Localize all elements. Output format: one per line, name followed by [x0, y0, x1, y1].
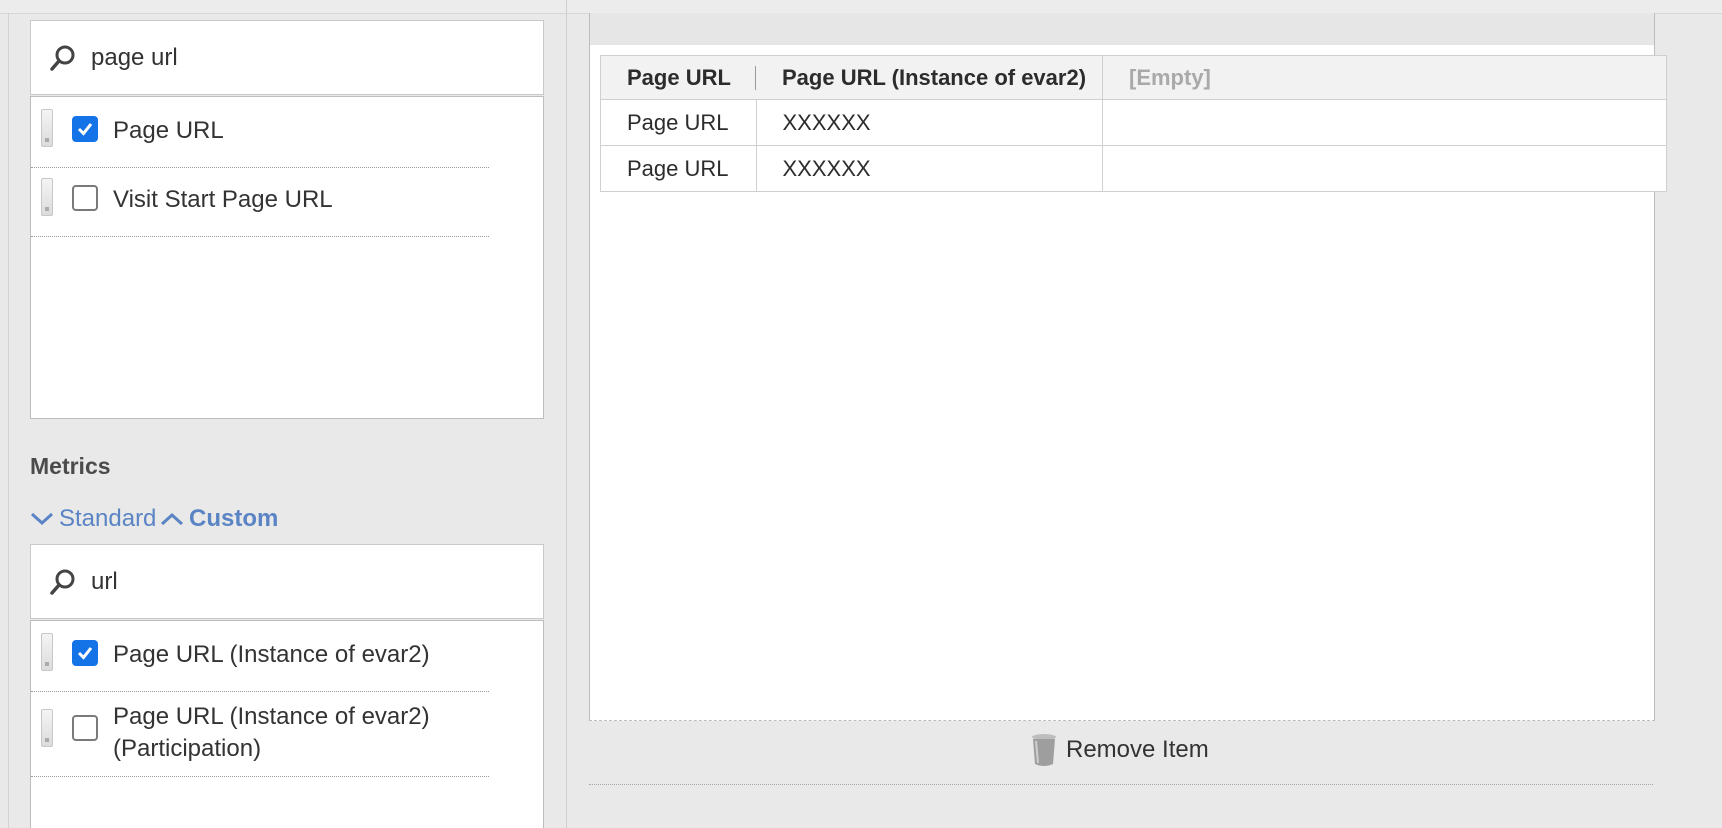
list-item[interactable]: Page URL (Instance of evar2) (Participat… — [31, 691, 489, 777]
table-row: Page URL XXXXXX — [600, 99, 1667, 146]
list-item[interactable]: Page URL (Instance of evar2) — [31, 621, 489, 692]
chevron-down-icon — [30, 512, 54, 526]
table-row: Page URL XXXXXX — [600, 145, 1667, 192]
checkbox-page-url-participation[interactable] — [72, 715, 98, 741]
chevron-up-icon — [160, 512, 184, 526]
search-icon — [49, 568, 77, 596]
checkbox-visit-start-page-url[interactable] — [72, 185, 98, 211]
drag-handle-icon[interactable] — [41, 109, 53, 147]
panel-bottom-border — [589, 720, 1655, 721]
remove-item-label: Remove Item — [1066, 736, 1209, 763]
metrics-list: Page URL (Instance of evar2) Page URL (I… — [30, 620, 544, 828]
list-item-label: Page URL (Instance of evar2) — [113, 641, 430, 668]
table-cell — [1102, 99, 1667, 146]
trash-icon — [1032, 734, 1056, 766]
top-bar — [0, 0, 1722, 14]
checkbox-page-url-instance[interactable] — [72, 640, 98, 666]
custom-label: Custom — [189, 505, 279, 532]
empty-column-header[interactable]: [Empty] — [1102, 55, 1667, 100]
table-cell: Page URL — [600, 145, 757, 192]
divider — [589, 784, 1653, 785]
drag-handle-icon[interactable] — [41, 633, 53, 671]
list-item-label: Visit Start Page URL — [113, 186, 333, 213]
panel-divider[interactable] — [566, 0, 567, 828]
custom-toggle[interactable]: Custom — [160, 505, 278, 533]
dimensions-search-box[interactable]: page url — [30, 20, 544, 95]
list-item-label-line1: Page URL (Instance of evar2) — [113, 703, 430, 730]
list-item-label: Page URL — [113, 117, 224, 144]
dimensions-list: Page URL Visit Start Page URL — [30, 96, 544, 419]
report-table: Page URL Page URL (Instance of evar2) [E… — [600, 55, 1667, 192]
list-item-label-line2: (Participation) — [113, 735, 262, 762]
column-header[interactable]: Page URL (Instance of evar2) — [756, 55, 1103, 100]
panel-header — [590, 13, 1654, 45]
table-cell — [1102, 145, 1667, 192]
list-item[interactable]: Visit Start Page URL — [31, 167, 489, 237]
list-item[interactable]: Page URL — [31, 97, 489, 168]
metrics-search-box[interactable]: url — [30, 544, 544, 619]
list-item-label: Page URL (Instance of evar2) (Participat… — [113, 701, 430, 765]
drag-handle-icon[interactable] — [41, 178, 53, 216]
standard-label: Standard — [59, 505, 157, 532]
dimensions-search-input[interactable]: page url — [91, 44, 178, 72]
metrics-search-input[interactable]: url — [91, 568, 118, 596]
table-cell: XXXXXX — [755, 145, 1103, 192]
checkbox-page-url[interactable] — [72, 116, 98, 142]
search-icon — [49, 44, 77, 72]
column-header[interactable]: Page URL — [600, 55, 757, 100]
remove-item-button[interactable]: Remove Item — [1030, 733, 1209, 767]
standard-toggle[interactable]: Standard — [30, 505, 156, 533]
table-cell: XXXXXX — [755, 99, 1103, 146]
drag-handle-icon[interactable] — [41, 709, 53, 747]
left-edge-divider — [8, 13, 9, 828]
table-cell: Page URL — [600, 99, 757, 146]
metrics-heading: Metrics — [30, 453, 111, 479]
